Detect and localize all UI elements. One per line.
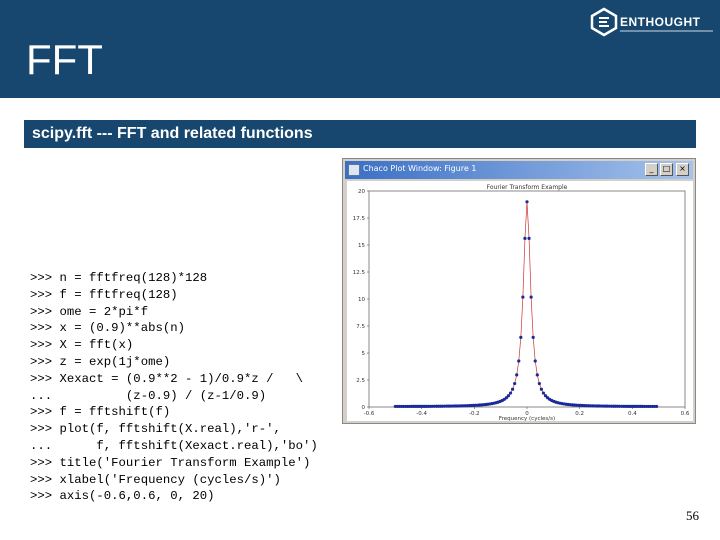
logo-text: ENTHOUGHT	[620, 15, 701, 29]
fourier-chart: Fourier Transform Example02.557.51012.51…	[353, 184, 690, 422]
slide-title: FFT	[26, 36, 103, 83]
code-line: >>> plot(f, fftshift(X.real),'r-',	[30, 422, 281, 437]
data-point	[513, 381, 517, 386]
section-title: scipy.fft --- FFT and related functions	[32, 125, 313, 142]
data-point	[527, 236, 531, 240]
page-number: 56	[686, 508, 699, 523]
section-bar: scipy.fft --- FFT and related functions	[24, 120, 696, 148]
y-tick-label: 5	[362, 351, 366, 357]
y-tick-label: 2.5	[356, 378, 365, 384]
enthought-logo: ENTHOUGHT	[590, 7, 715, 37]
code-line: ... f, fftshift(Xexact.real),'bo')	[30, 438, 318, 453]
data-point	[515, 373, 519, 377]
slide-header: FFT ENTHOUGHT	[0, 0, 720, 98]
code-block: >>> n = fftfreq(128)*128 >>> f = fftfreq(…	[30, 270, 370, 505]
code-line: >>> Xexact = (0.9**2 - 1)/0.9*z / \	[30, 371, 304, 386]
x-tick-label: 0.6	[681, 411, 690, 417]
window-app-icon	[348, 164, 360, 176]
code-line: >>> z = exp(1j*ome)	[30, 354, 171, 369]
data-point	[510, 387, 515, 391]
data-point	[508, 391, 513, 395]
data-point	[541, 391, 546, 395]
code-line: >>> title('Fourier Transform Example')	[30, 455, 311, 470]
data-point	[535, 373, 539, 377]
data-point	[537, 381, 541, 386]
window-title: Chaco Plot Window: Figure 1	[363, 164, 477, 173]
series-line-red	[395, 201, 657, 407]
data-point	[523, 236, 527, 240]
code-line: >>> ome = 2*pi*f	[30, 304, 149, 319]
data-point	[519, 335, 523, 339]
y-tick-label: 7.5	[356, 324, 365, 330]
plot-area: Fourier Transform Example 0 2.5 5 7.5 10 12.5 1…	[347, 181, 693, 422]
data-point	[506, 394, 511, 398]
x-axis-label: Frequency (cycles/s)	[499, 416, 555, 421]
data-point	[539, 387, 544, 391]
x-tick-label: -0.2	[469, 411, 480, 417]
enthought-logo-icon	[590, 7, 618, 37]
close-button[interactable]: ×	[676, 163, 689, 176]
data-point	[525, 200, 529, 204]
data-point	[533, 359, 537, 363]
logo-tagline-line	[620, 30, 713, 32]
x-tick-label: -0.6	[364, 411, 375, 417]
y-tick-label: 15	[358, 243, 365, 249]
data-point	[517, 359, 521, 363]
code-line: >>> xlabel('Frequency (cycles/s)')	[30, 472, 281, 487]
data-point	[529, 295, 533, 299]
minimize-button[interactable]: _	[645, 163, 658, 176]
chaco-plot-window[interactable]: Chaco Plot Window: Figure 1 _ □ × Fourie…	[342, 158, 696, 424]
maximize-button[interactable]: □	[660, 163, 673, 176]
data-point	[521, 295, 525, 299]
y-tick-label: 20	[358, 189, 365, 195]
code-line: >>> n = fftfreq(128)*128	[30, 271, 208, 285]
code-line: >>> f = fftfreq(128)	[30, 287, 178, 302]
plot-frame	[368, 190, 686, 408]
code-line: >>> x = (0.9)**abs(n)	[30, 321, 185, 336]
code-line: >>> axis(-0.6,0.6, 0, 20)	[30, 489, 215, 504]
x-tick-label: -0.4	[416, 411, 427, 417]
x-tick-label: 0.4	[628, 411, 637, 417]
data-point	[655, 404, 659, 409]
code-line: >>> X = fft(x)	[30, 338, 134, 353]
window-titlebar[interactable]: Chaco Plot Window: Figure 1 _ □ ×	[345, 161, 693, 179]
data-point	[531, 335, 535, 339]
code-line: ... (z-0.9) / (z-1/0.9)	[30, 388, 267, 403]
y-tick-label: 12.5	[353, 270, 366, 276]
y-tick-label: 17.5	[353, 216, 366, 222]
y-tick-label: 10	[358, 297, 365, 303]
chart-title: Fourier Transform Example	[487, 184, 568, 191]
code-line: >>> f = fftshift(f)	[30, 405, 171, 420]
x-tick-label: 0.2	[575, 411, 584, 417]
